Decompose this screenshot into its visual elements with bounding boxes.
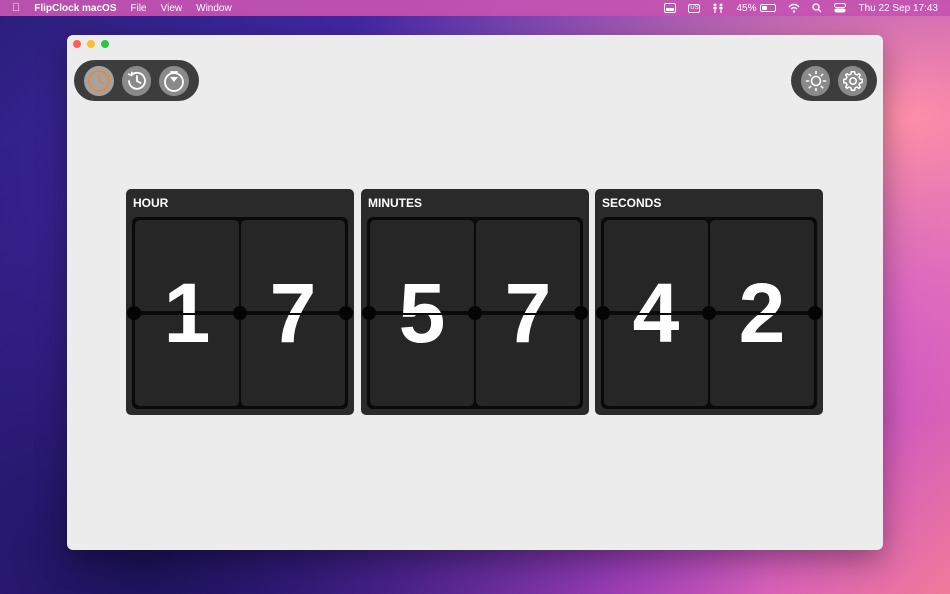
seconds-digits: 4 2: [596, 217, 822, 409]
seconds-digit-tens: 4: [604, 220, 708, 406]
control-center-icon[interactable]: [834, 3, 847, 13]
history-icon: [127, 71, 146, 90]
flipclock-window: HOUR 1 7 MINUTES 5 7 SECONDS 4 2: [67, 35, 883, 550]
close-window-button[interactable]: [73, 40, 81, 48]
menu-bar:  FlipClock macOS File View Window US 45…: [0, 0, 950, 16]
wifi-icon[interactable]: [788, 3, 800, 13]
seconds-label: SECONDS: [602, 196, 662, 210]
hinge: [339, 306, 353, 320]
seconds-digit-ones: 2: [710, 220, 814, 406]
zoom-window-button[interactable]: [101, 40, 109, 48]
minutes-digits: 5 7: [362, 217, 588, 409]
menu-clock[interactable]: Thu 22 Sep 17:43: [858, 3, 938, 14]
hinge: [574, 306, 588, 320]
menu-file[interactable]: File: [131, 3, 147, 14]
settings-toolbar: [791, 60, 877, 101]
hour-label: HOUR: [133, 196, 169, 210]
app-menu[interactable]: FlipClock macOS: [34, 3, 116, 14]
timer-mode-button[interactable]: [159, 65, 190, 96]
display-icon[interactable]: [664, 3, 677, 13]
hinge: [233, 306, 247, 320]
apple-menu-icon[interactable]: : [12, 2, 20, 14]
battery-status[interactable]: 45%: [736, 2, 777, 14]
keyboard-layout-label: US: [688, 3, 701, 13]
hour-panel: HOUR 1 7: [126, 189, 354, 415]
minutes-label: MINUTES: [368, 196, 422, 210]
hour-digits: 1 7: [127, 217, 353, 409]
timer-icon: [164, 70, 185, 92]
brightness-button[interactable]: [801, 65, 830, 96]
history-mode-button[interactable]: [121, 65, 152, 96]
hinge: [702, 306, 716, 320]
hinge: [127, 306, 141, 320]
minimize-window-button[interactable]: [87, 40, 95, 48]
keyboard-layout-indicator[interactable]: US: [688, 3, 701, 13]
battery-percent: 45%: [736, 2, 757, 14]
accessibility-icon[interactable]: [712, 3, 724, 13]
clock-icon: [87, 69, 110, 92]
gear-icon: [842, 70, 863, 91]
minutes-digit-ones: 7: [476, 220, 580, 406]
hinge: [362, 306, 376, 320]
seconds-panel: SECONDS 4 2: [595, 189, 823, 415]
minutes-panel: MINUTES 5 7: [361, 189, 589, 415]
menu-window[interactable]: Window: [196, 3, 232, 14]
hinge: [808, 306, 822, 320]
hinge: [468, 306, 482, 320]
menu-view[interactable]: View: [161, 3, 183, 14]
brightness-icon: [805, 70, 826, 91]
mode-toolbar: [74, 60, 199, 101]
battery-icon: [760, 4, 777, 12]
hour-digit-ones: 7: [241, 220, 345, 406]
hour-digit-tens: 1: [135, 220, 239, 406]
hinge: [596, 306, 610, 320]
clock-mode-button[interactable]: [84, 65, 114, 96]
window-controls: [73, 40, 115, 48]
minutes-digit-tens: 5: [370, 220, 474, 406]
settings-button[interactable]: [838, 65, 867, 96]
spotlight-search-icon[interactable]: [812, 3, 822, 13]
